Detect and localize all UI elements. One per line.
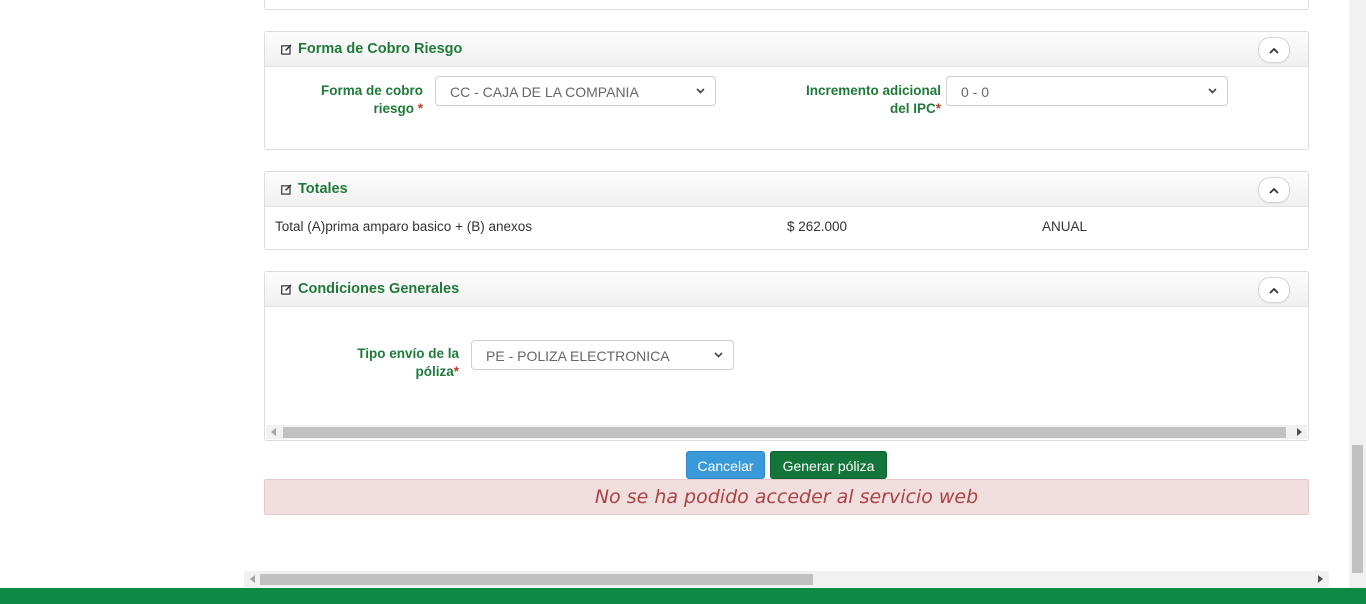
- panel-header: Forma de Cobro Riesgo: [265, 32, 1308, 67]
- panel-header: Totales: [265, 172, 1308, 207]
- incremento-ipc-selected-value: 0 - 0: [961, 84, 990, 100]
- cancel-button[interactable]: Cancelar: [686, 451, 765, 479]
- totales-row-label: Total (A)prima amparo basico + (B) anexo…: [275, 219, 532, 234]
- collapse-button[interactable]: [1258, 37, 1290, 63]
- chevron-up-icon: [1269, 47, 1279, 54]
- scroll-left-arrow-icon[interactable]: [250, 575, 255, 583]
- forma-cobro-label-line2: riesgo: [373, 101, 414, 116]
- chevron-up-icon: [1269, 187, 1279, 194]
- required-mark: *: [417, 101, 423, 116]
- required-mark: *: [935, 101, 941, 116]
- collapse-button[interactable]: [1258, 277, 1290, 303]
- forma-cobro-selected-value: CC - CAJA DE LA COMPANIA: [450, 84, 639, 100]
- collapse-button[interactable]: [1258, 177, 1290, 203]
- scrollbar-thumb[interactable]: [283, 427, 1286, 438]
- previous-panel-bottom: [264, 0, 1309, 10]
- chevron-up-icon: [1269, 287, 1279, 294]
- incremento-ipc-select[interactable]: 0 - 0: [946, 76, 1228, 106]
- chevron-down-icon: [1208, 88, 1217, 94]
- scroll-right-arrow-icon[interactable]: [1318, 575, 1323, 583]
- panel-title-text: Condiciones Generales: [298, 281, 460, 297]
- tipo-envio-label: Tipo envío de la póliza*: [335, 345, 459, 381]
- totales-row-period: ANUAL: [1042, 219, 1088, 234]
- forma-cobro-label: Forma de cobro riesgo *: [305, 82, 423, 118]
- forma-cobro-select[interactable]: CC - CAJA DE LA COMPANIA: [435, 76, 716, 106]
- edit-icon: [281, 43, 292, 55]
- totales-panel: Totales Total (A)prima amparo basico + (…: [264, 171, 1309, 250]
- generate-policy-button[interactable]: Generar póliza: [770, 451, 887, 479]
- totales-row-amount: $ 262.000: [787, 219, 848, 234]
- chevron-down-icon: [696, 88, 705, 94]
- scroll-left-arrow-icon[interactable]: [271, 428, 276, 436]
- scroll-right-arrow-icon[interactable]: [1297, 428, 1302, 436]
- panel-title: Totales: [281, 181, 348, 197]
- scrollbar-thumb[interactable]: [1352, 445, 1363, 573]
- panel-title: Forma de Cobro Riesgo: [281, 41, 462, 57]
- forma-cobro-label-line1: Forma de cobro: [320, 83, 423, 98]
- tipo-envio-selected-value: PE - POLIZA ELECTRONICA: [486, 348, 670, 364]
- tipo-envio-label-line2: póliza: [415, 364, 454, 379]
- incremento-ipc-label-line2: del IPC: [889, 101, 936, 116]
- forma-cobro-panel: Forma de Cobro Riesgo Forma de cobro rie…: [264, 31, 1309, 150]
- tipo-envio-select[interactable]: PE - POLIZA ELECTRONICA: [471, 340, 734, 370]
- scrollbar-thumb[interactable]: [260, 574, 813, 585]
- incremento-ipc-label: Incremento adicional del IPC*: [765, 82, 941, 118]
- footer-bar: [0, 588, 1366, 604]
- panel-title: Condiciones Generales: [281, 281, 459, 297]
- incremento-ipc-label-line1: Incremento adicional: [805, 83, 941, 98]
- panel-header: Condiciones Generales: [265, 272, 1308, 307]
- required-mark: *: [453, 364, 459, 379]
- panel-horizontal-scrollbar[interactable]: [266, 425, 1307, 439]
- page-horizontal-scrollbar[interactable]: [244, 571, 1329, 587]
- page-vertical-scrollbar[interactable]: [1349, 0, 1366, 588]
- condiciones-panel: Condiciones Generales Tipo envío de la p…: [264, 271, 1309, 441]
- tipo-envio-label-line1: Tipo envío de la: [357, 346, 459, 361]
- edit-icon: [281, 183, 292, 195]
- error-alert: No se ha podido acceder al servicio web: [264, 479, 1309, 515]
- panel-title-text: Forma de Cobro Riesgo: [298, 41, 463, 57]
- chevron-down-icon: [714, 352, 723, 358]
- edit-icon: [281, 283, 292, 295]
- panel-title-text: Totales: [298, 181, 348, 197]
